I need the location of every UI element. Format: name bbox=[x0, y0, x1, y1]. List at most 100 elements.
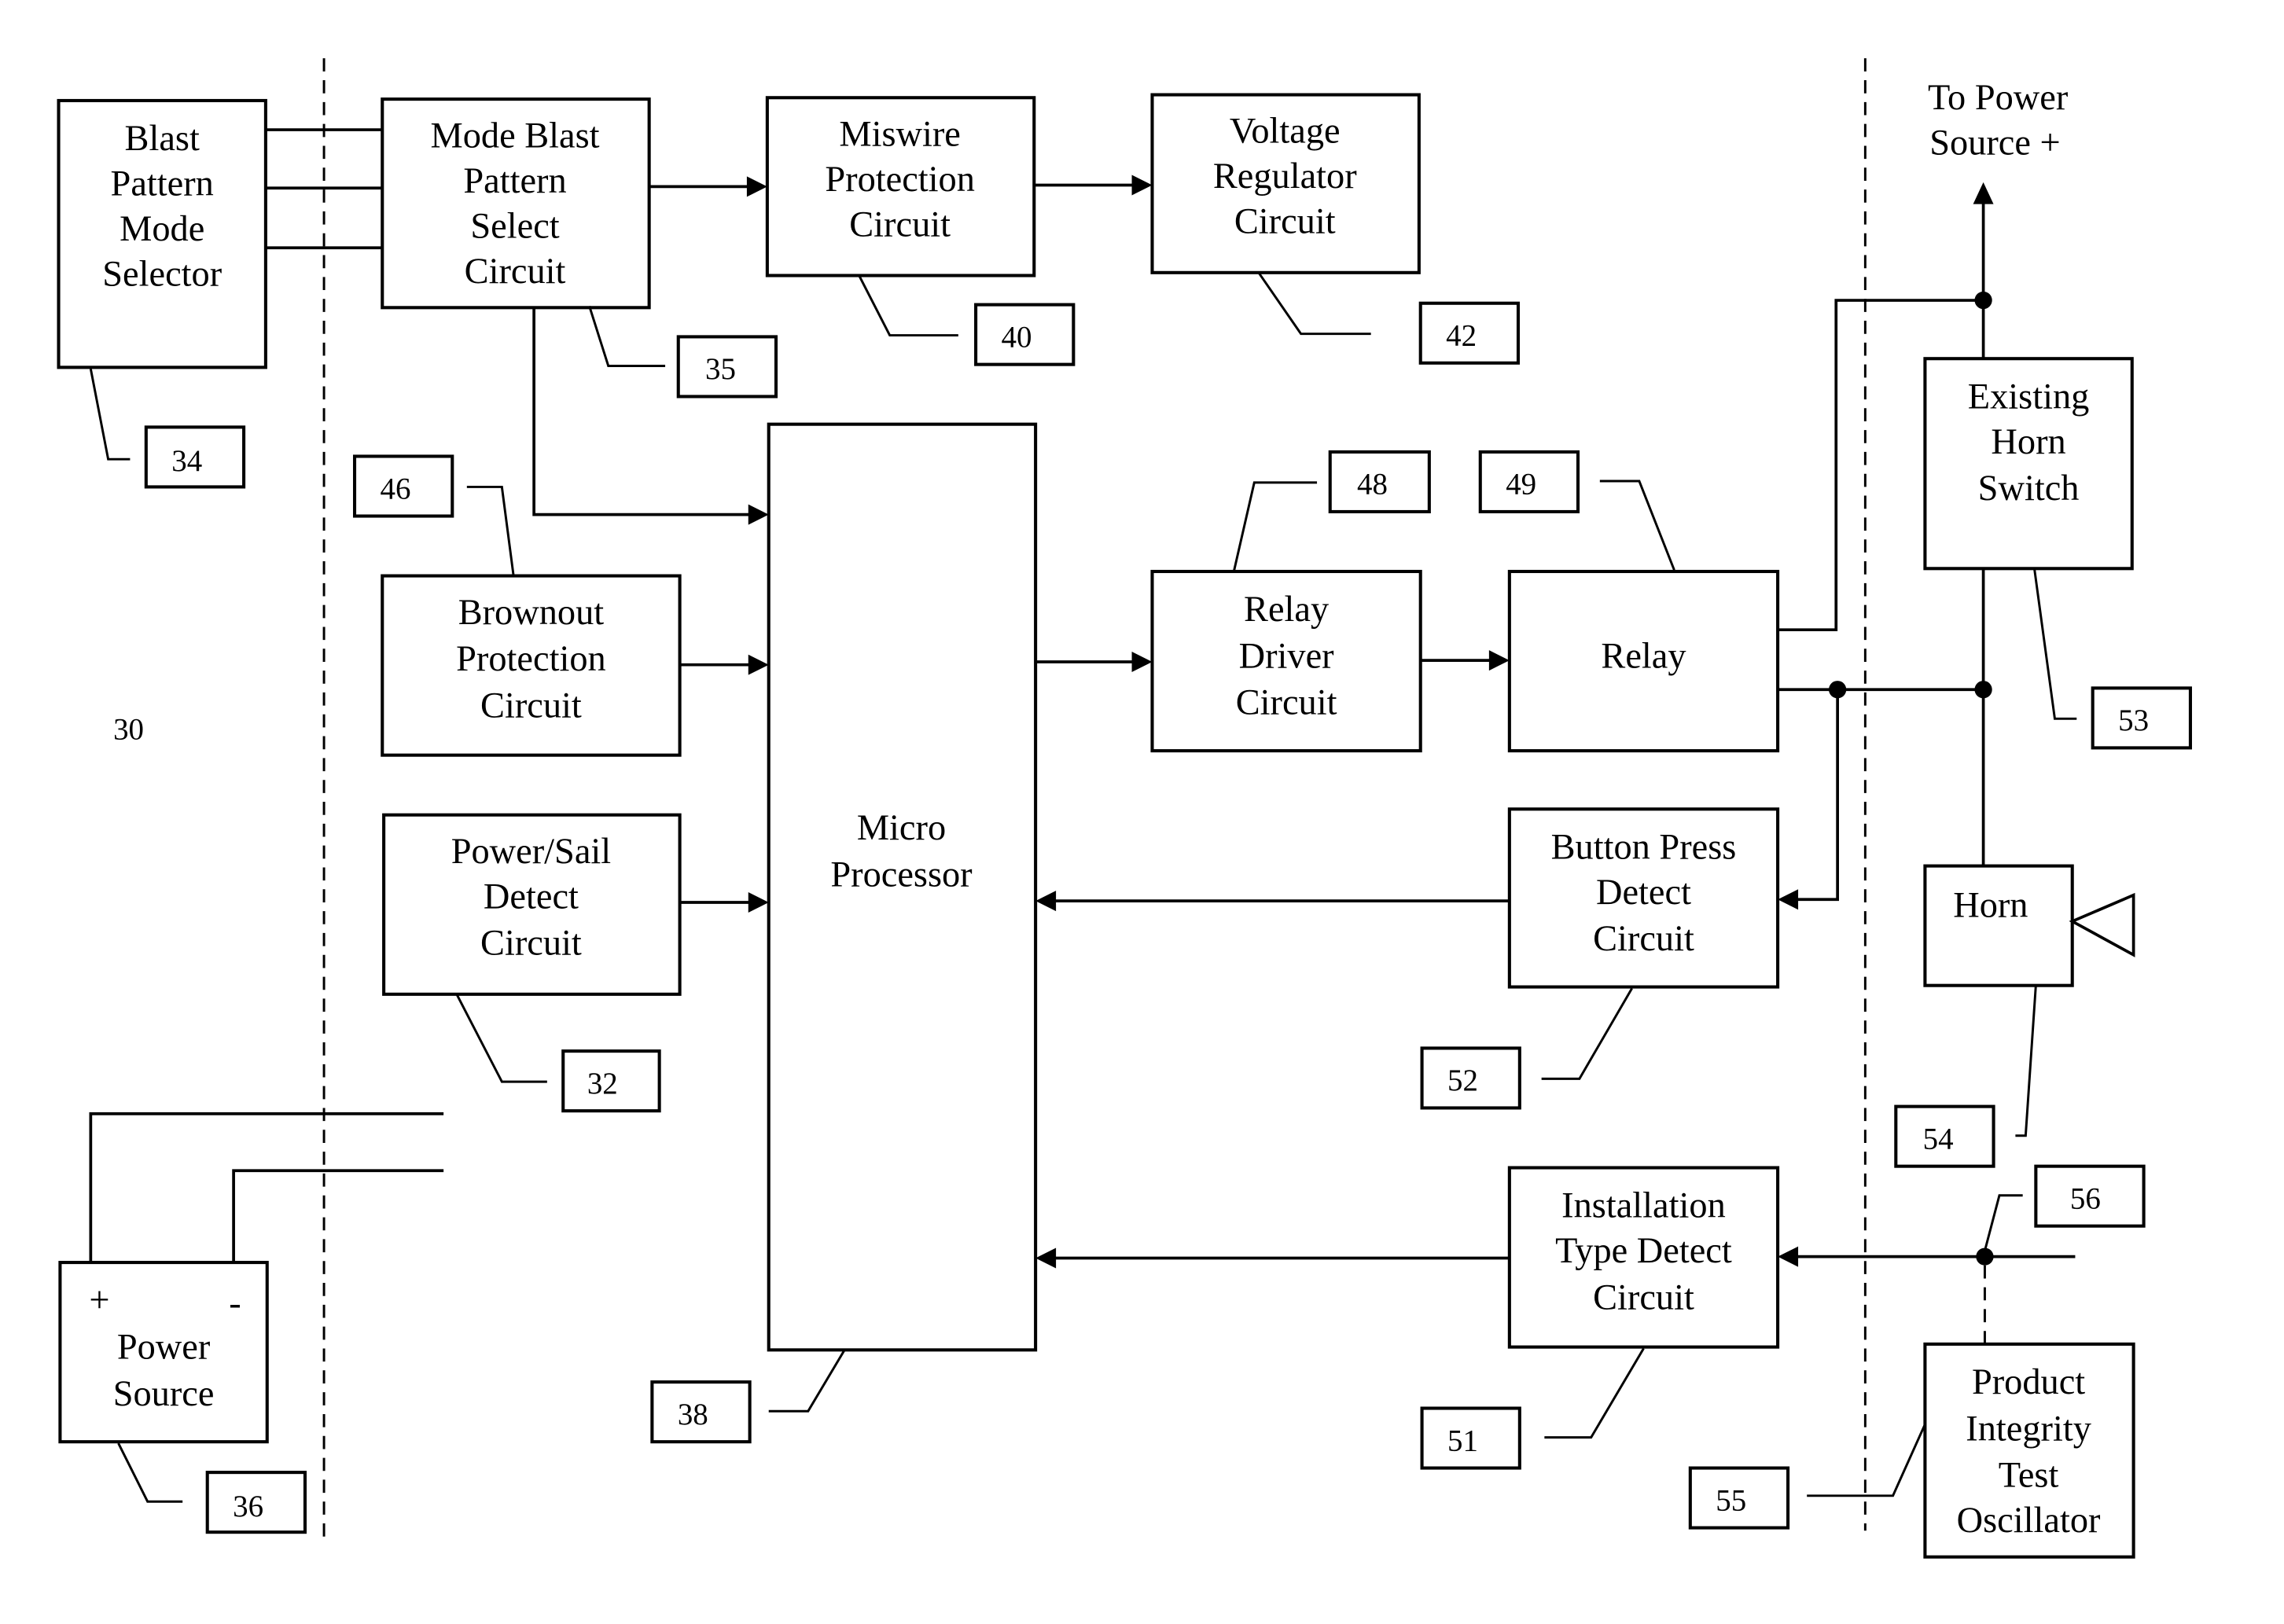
svg-text:34: 34 bbox=[171, 444, 202, 478]
svg-text:Integrity: Integrity bbox=[1966, 1409, 2091, 1449]
svg-text:Mode Blast: Mode Blast bbox=[431, 116, 600, 156]
svg-text:Relay: Relay bbox=[1244, 590, 1329, 630]
relay-driver-circuit-block: Relay Driver Circuit bbox=[1150, 569, 1422, 753]
leader-54 bbox=[2015, 985, 2037, 1137]
arrow-installation-type-to-microprocessor bbox=[1035, 1247, 1510, 1269]
installation-type-detect-circuit-block: Installation Type Detect Circuit bbox=[1507, 1166, 1780, 1349]
horn-speaker-icon bbox=[2069, 892, 2135, 957]
ref-38: 38 bbox=[650, 1380, 752, 1444]
svg-text:Type Detect: Type Detect bbox=[1555, 1231, 1732, 1271]
blast-pattern-mode-selector-block: Blast Pattern Mode Selector bbox=[57, 98, 267, 369]
svg-text:Horn: Horn bbox=[1991, 422, 2065, 462]
svg-text:46: 46 bbox=[380, 472, 410, 505]
svg-text:55: 55 bbox=[1716, 1483, 1746, 1517]
ref-52: 52 bbox=[1420, 1046, 1521, 1110]
to-power-source-label-2: Source + bbox=[1929, 123, 2060, 164]
svg-text:Circuit: Circuit bbox=[849, 204, 951, 244]
leader-40 bbox=[858, 274, 958, 337]
brownout-protection-circuit-block: Brownout Protection Circuit bbox=[381, 574, 682, 757]
svg-text:Miswire: Miswire bbox=[839, 114, 961, 154]
ref-32: 32 bbox=[561, 1049, 661, 1113]
leader-38 bbox=[768, 1349, 846, 1413]
svg-text:Existing: Existing bbox=[1968, 377, 2090, 417]
svg-text:36: 36 bbox=[233, 1490, 263, 1523]
leader-53 bbox=[2033, 568, 2077, 720]
svg-text:40: 40 bbox=[1002, 320, 1032, 354]
leader-48 bbox=[1232, 481, 1318, 572]
svg-text:48: 48 bbox=[1357, 468, 1388, 502]
svg-text:53: 53 bbox=[2118, 704, 2149, 737]
arrow-powersail-to-microprocessor bbox=[679, 892, 769, 913]
product-integrity-test-oscillator-block: Product Integrity Test Oscillator bbox=[1923, 1342, 2135, 1559]
arrow-microprocessor-to-relay-driver bbox=[1035, 651, 1153, 672]
horn-block: Horn bbox=[1923, 864, 2074, 987]
svg-text:-: - bbox=[229, 1284, 241, 1324]
leader-51 bbox=[1544, 1347, 1645, 1439]
arrow-relay-driver-to-relay bbox=[1420, 650, 1510, 671]
svg-text:Product: Product bbox=[1972, 1362, 2085, 1402]
svg-text:Oscillator: Oscillator bbox=[1957, 1501, 2101, 1541]
svg-text:54: 54 bbox=[1923, 1122, 1954, 1156]
leader-46 bbox=[466, 485, 515, 576]
svg-text:Source: Source bbox=[113, 1374, 215, 1414]
svg-text:Relay: Relay bbox=[1601, 636, 1686, 676]
ref-55: 55 bbox=[1688, 1466, 1790, 1530]
svg-text:Mode: Mode bbox=[120, 209, 204, 249]
svg-text:Protection: Protection bbox=[825, 160, 975, 200]
arrow-brownout-to-microprocessor bbox=[679, 654, 769, 675]
svg-text:Regulator: Regulator bbox=[1213, 156, 1357, 197]
miswire-protection-circuit-block: Miswire Protection Circuit bbox=[765, 96, 1036, 277]
arrow-relay-node-to-button-press bbox=[1778, 689, 1839, 910]
svg-text:+: + bbox=[89, 1280, 109, 1321]
power-minus-wire bbox=[232, 1169, 444, 1263]
svg-text:Circuit: Circuit bbox=[1236, 683, 1337, 723]
ref-49: 49 bbox=[1478, 450, 1580, 513]
svg-text:Driver: Driver bbox=[1239, 636, 1335, 676]
arrow-select-to-miswire bbox=[649, 176, 767, 197]
ref-51: 51 bbox=[1420, 1406, 1521, 1470]
ref-36: 36 bbox=[205, 1471, 307, 1534]
arrow-input-to-installation-type bbox=[1778, 1246, 2076, 1267]
svg-text:42: 42 bbox=[1446, 319, 1477, 353]
arrow-miswire-to-regulator bbox=[1034, 175, 1153, 196]
voltage-regulator-circuit-block: Voltage Regulator Circuit bbox=[1150, 93, 1421, 274]
svg-text:Circuit: Circuit bbox=[480, 924, 582, 964]
svg-text:Circuit: Circuit bbox=[1593, 919, 1694, 959]
block-diagram: 30 Blast Pattern Mode Selector Mode Blas… bbox=[57, 58, 2192, 1559]
svg-text:Micro: Micro bbox=[857, 808, 946, 848]
ref-42: 42 bbox=[1418, 301, 1521, 365]
figure-number: 30 bbox=[113, 712, 144, 746]
leader-52 bbox=[1541, 987, 1633, 1080]
svg-text:Installation: Installation bbox=[1561, 1186, 1726, 1226]
svg-text:Horn: Horn bbox=[1953, 886, 2028, 926]
leader-34 bbox=[89, 368, 131, 461]
to-power-source-label: To Power bbox=[1928, 78, 2069, 118]
ref-46: 46 bbox=[352, 454, 454, 518]
svg-text:Select: Select bbox=[470, 206, 559, 246]
svg-text:Switch: Switch bbox=[1978, 468, 2080, 509]
power-source-block: + - Power Source bbox=[58, 1261, 269, 1444]
svg-text:Power: Power bbox=[117, 1327, 211, 1367]
ref-34: 34 bbox=[144, 425, 246, 489]
mode-blast-pattern-select-circuit-block: Mode Blast Pattern Select Circuit bbox=[381, 97, 651, 310]
micro-processor-block: Micro Processor bbox=[767, 422, 1038, 1352]
svg-text:Processor: Processor bbox=[830, 855, 973, 895]
svg-text:Protection: Protection bbox=[456, 639, 606, 679]
leader-56 bbox=[1984, 1194, 2023, 1251]
svg-text:Detect: Detect bbox=[1596, 873, 1691, 913]
ref-56: 56 bbox=[2034, 1164, 2146, 1228]
svg-text:Test: Test bbox=[1999, 1456, 2059, 1496]
svg-text:Button Press: Button Press bbox=[1551, 827, 1737, 867]
leader-49 bbox=[1599, 479, 1675, 571]
svg-text:52: 52 bbox=[1447, 1064, 1478, 1097]
svg-text:Power/Sail: Power/Sail bbox=[451, 832, 611, 872]
svg-text:Pattern: Pattern bbox=[111, 164, 214, 204]
ref-48: 48 bbox=[1328, 450, 1431, 513]
svg-text:32: 32 bbox=[587, 1067, 618, 1100]
svg-text:51: 51 bbox=[1447, 1424, 1478, 1457]
svg-text:56: 56 bbox=[2070, 1181, 2101, 1215]
svg-text:38: 38 bbox=[678, 1398, 708, 1431]
svg-text:Circuit: Circuit bbox=[480, 685, 582, 726]
arrow-button-press-to-microprocessor bbox=[1035, 891, 1510, 912]
svg-text:Circuit: Circuit bbox=[1234, 202, 1336, 242]
